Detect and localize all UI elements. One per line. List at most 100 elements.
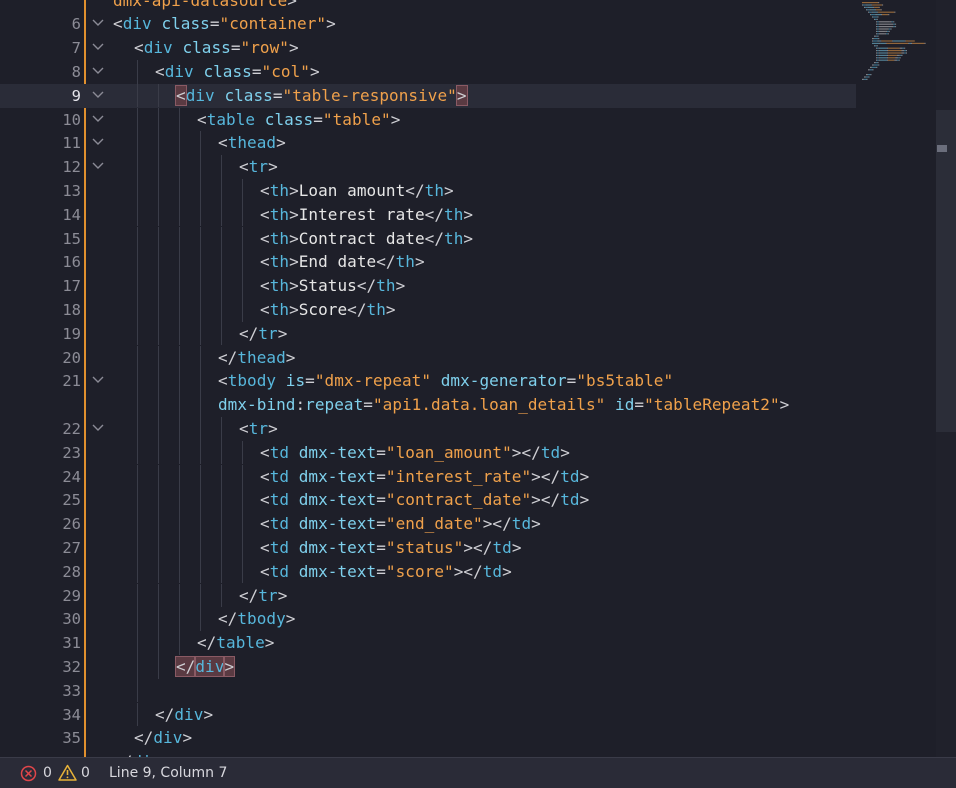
minimap-token (887, 54, 888, 56)
code-token: div (194, 655, 226, 677)
code-token: table (206, 109, 256, 129)
fold-chevron-icon[interactable] (88, 84, 108, 108)
line-number: 14 (62, 205, 81, 224)
code-line[interactable]: 15 <th>Contract date</th> (0, 227, 856, 251)
code-line[interactable]: 14 <th>Interest rate</th> (0, 203, 856, 227)
fold-chevron-icon[interactable] (88, 369, 108, 393)
code-line[interactable]: 21 <tbody is="dmx-repeat" dmx-generator="… (0, 369, 856, 393)
code-token: > (289, 228, 299, 248)
code-token: dmx-api-datasource (113, 0, 288, 10)
minimap-token (879, 59, 887, 61)
code-line[interactable]: 10 <table class="table"> (0, 108, 856, 132)
minimap[interactable] (856, 0, 936, 100)
code-line[interactable]: 11 <thead> (0, 131, 856, 155)
fold-chevron-icon[interactable] (88, 60, 108, 84)
code-line[interactable]: 6 <div class="container"> (0, 12, 856, 36)
minimap-token (867, 74, 871, 76)
minimap-token (877, 47, 879, 49)
indent-guide (137, 535, 138, 560)
code-token: = (376, 442, 386, 462)
fold-chevron-icon[interactable] (88, 155, 108, 179)
code-token: = (363, 395, 373, 415)
code-text: dmx-api-datasource> (113, 0, 297, 13)
minimap-token (879, 33, 885, 35)
minimap-token (882, 14, 889, 16)
fold-chevron-icon[interactable] (88, 108, 108, 132)
code-token: dmx-text (298, 466, 377, 486)
code-line[interactable]: 30 </tbody> (0, 607, 856, 631)
code-token: > (385, 299, 396, 319)
code-line[interactable]: dmx-api-datasource> (0, 0, 856, 13)
code-line[interactable]: 17 <th>Status</th> (0, 274, 856, 298)
minimap-token (891, 21, 894, 23)
code-token: > (289, 204, 299, 224)
minimap-token (891, 23, 894, 25)
minimap-token (870, 74, 872, 76)
code-line[interactable]: </div> (0, 750, 856, 757)
fold-chevron-icon[interactable] (88, 12, 108, 36)
minimap-token (866, 4, 872, 6)
code-line[interactable]: 8 <div class="col"> (0, 60, 856, 84)
code-line[interactable]: 22 <tr> (0, 417, 856, 441)
line-number: 25 (62, 491, 81, 510)
code-line[interactable]: dmx-bind:repeat="api1.data.loan_details"… (0, 393, 856, 417)
code-line[interactable]: 24 <td dmx-text="interest_rate"></td> (0, 465, 856, 489)
code-line[interactable]: 13 <th>Loan amount</th> (0, 179, 856, 203)
code-line[interactable]: 20 </thead> (0, 346, 856, 370)
code-token: > (326, 14, 336, 34)
code-line[interactable]: 23 <td dmx-text="loan_amount"></td> (0, 441, 856, 465)
code-editor[interactable]: dmx-api-datasource> 6 <div class="containe… (0, 0, 956, 757)
code-line[interactable]: 34 </div> (0, 703, 856, 727)
code-line[interactable]: 31 </table> (0, 631, 856, 655)
minimap-token (878, 64, 880, 66)
code-token: div (174, 704, 204, 724)
minimap-token (874, 35, 876, 37)
minimap-token (888, 57, 896, 59)
code-line[interactable]: 19 </tr> (0, 322, 856, 346)
code-token: </ (239, 323, 259, 343)
indent-guide (137, 83, 138, 108)
code-line[interactable]: 27 <td dmx-text="status"></td> (0, 536, 856, 560)
minimap-token (886, 42, 909, 44)
cursor-position[interactable]: Line 9, Column 7 (109, 758, 227, 788)
fold-chevron-icon[interactable] (88, 417, 108, 441)
indent-guide (179, 631, 180, 655)
minimap-token (876, 23, 877, 25)
code-line[interactable]: 26 <td dmx-text="end_date"></td> (0, 512, 856, 536)
indent-guide (137, 250, 138, 275)
code-token: td (269, 514, 290, 534)
minimap-token (880, 40, 882, 42)
code-line[interactable]: 33 (0, 679, 856, 703)
code-token: </ (197, 633, 217, 653)
minimap-token (878, 40, 881, 42)
code-token: < (260, 442, 270, 462)
fold-chevron-icon[interactable] (88, 36, 108, 60)
code-token: > (511, 537, 522, 557)
code-line[interactable]: 29 </tr> (0, 584, 856, 608)
code-line[interactable]: 32 </div> (0, 655, 856, 679)
scrollbar-thumb[interactable] (936, 110, 956, 432)
code-line[interactable]: 7 <div class="row"> (0, 36, 856, 60)
minimap-token (873, 16, 878, 18)
minimap-token (876, 45, 878, 47)
code-token: th (269, 252, 290, 272)
code-line[interactable]: 35 </div> (0, 726, 856, 750)
code-token: > (289, 276, 299, 296)
code-token: > (277, 585, 288, 605)
code-line[interactable]: 9 <div class="table-responsive"> (0, 83, 856, 108)
code-token: < (239, 418, 249, 438)
code-line[interactable]: 16 <th>End date</th> (0, 250, 856, 274)
indent-guide (200, 202, 201, 227)
minimap-token (885, 42, 887, 44)
fold-chevron-icon[interactable] (88, 131, 108, 155)
code-line[interactable]: 28 <td dmx-text="score"></td> (0, 560, 856, 584)
code-line[interactable]: 25 <td dmx-text="contract_date"></td> (0, 488, 856, 512)
code-line[interactable]: 12 <tr> (0, 155, 856, 179)
code-token: td (540, 442, 561, 462)
code-token: < (260, 299, 270, 319)
minimap-token (877, 54, 879, 56)
code-line[interactable]: 18 <th>Score</th> (0, 298, 856, 322)
minimap-token (888, 50, 902, 52)
